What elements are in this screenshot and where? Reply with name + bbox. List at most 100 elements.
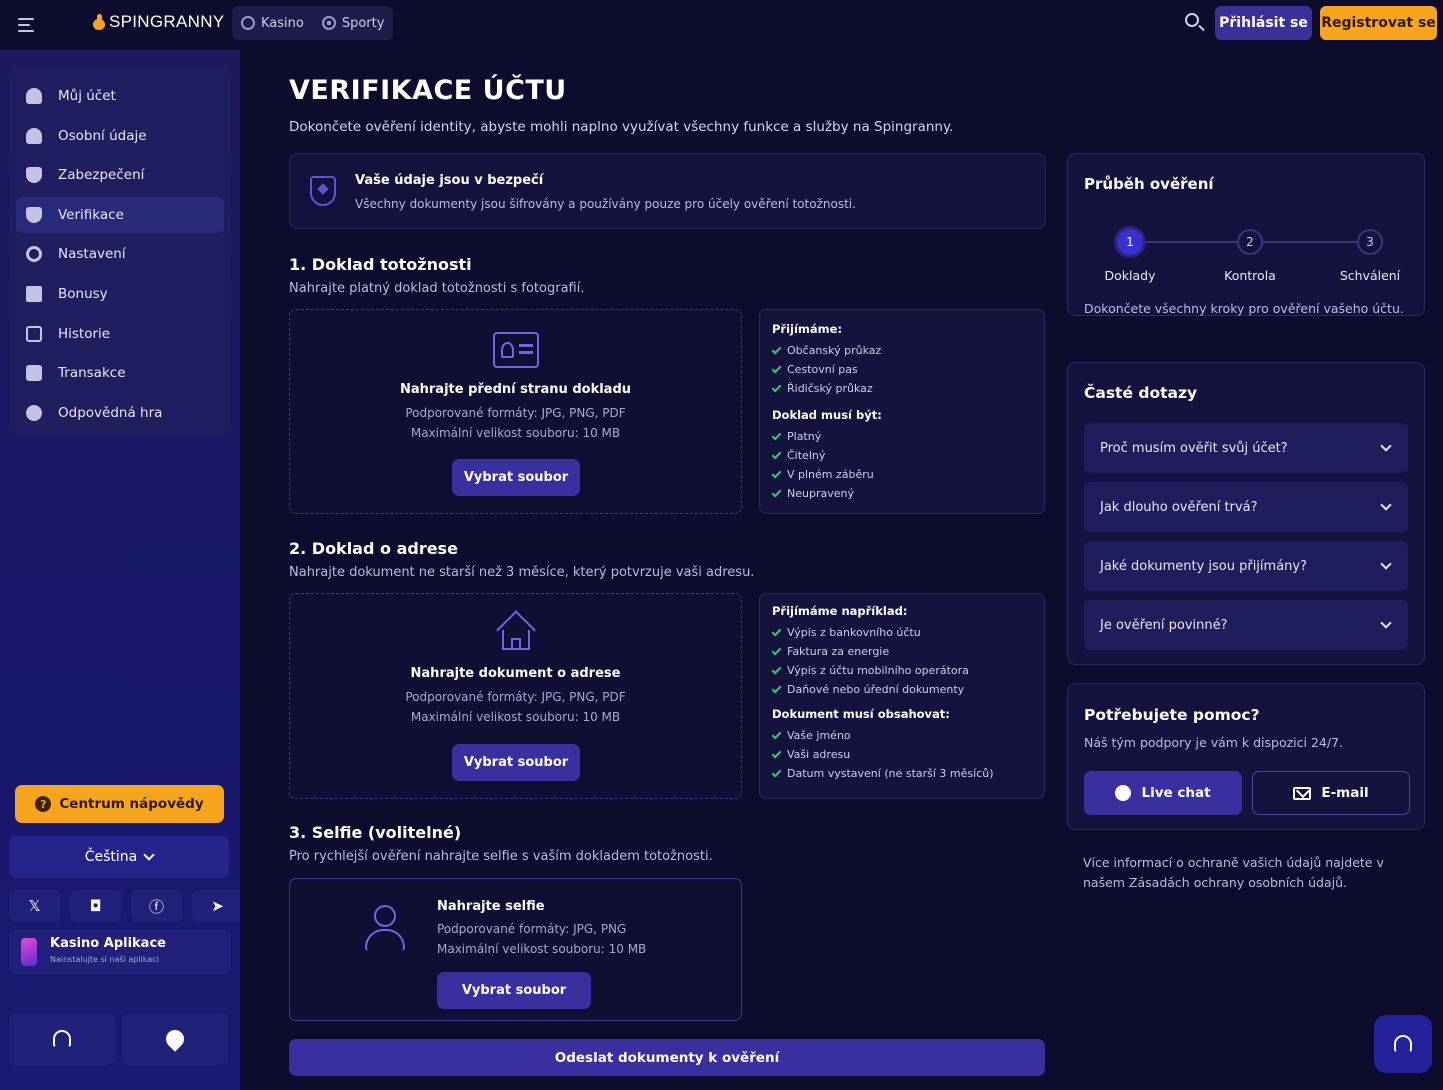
upload-formats: Podporované formáty: JPG, PNG [437, 922, 627, 936]
check-icon [771, 344, 782, 354]
upload-formats: Podporované formáty: JPG, PNG, PDF [405, 690, 626, 704]
sidebar-item-muj-ucet[interactable]: Můj účet [16, 78, 224, 114]
user-icon [26, 127, 42, 144]
sidebar-item-label: Můj účet [58, 88, 116, 104]
requirement-item: Občanský průkaz [771, 341, 1032, 360]
chevron-down-icon [1380, 617, 1392, 629]
support-chat-button[interactable] [1374, 1015, 1432, 1073]
user-icon [26, 88, 42, 104]
rocket-button[interactable] [122, 1013, 228, 1065]
email-button[interactable]: E-mail [1252, 771, 1410, 815]
sidebar-item-bonusy[interactable]: Bonusy [16, 276, 224, 312]
telegram-icon[interactable]: ➤ [192, 890, 243, 922]
progress-line [1263, 241, 1363, 243]
casino-app-card[interactable]: Kasino Aplikace Nainstalujte si naši apl… [9, 930, 231, 974]
faq-item[interactable]: Jaké dokumenty jsou přijímány? [1084, 541, 1408, 591]
requirements-heading: Doklad musí být: [772, 408, 882, 422]
sidebar-item-historie[interactable]: Historie [16, 316, 224, 352]
id-upload-zone[interactable]: Nahrajte přední stranu dokladu Podporova… [289, 309, 742, 514]
help-title: Potřebujete pomoc? [1084, 706, 1260, 724]
section-description: Nahrajte dokument ne starší než 3 měsíce… [289, 565, 755, 580]
verify-shield-icon [26, 206, 42, 223]
submit-documents-button[interactable]: Odeslat dokumenty k ověření [289, 1039, 1045, 1076]
faq-title: Časté dotazy [1084, 384, 1198, 402]
sidebar-item-label: Verifikace [58, 206, 124, 223]
live-chat-button[interactable]: Live chat [1084, 771, 1242, 815]
question-icon: ? [35, 796, 52, 812]
faq-item[interactable]: Proč musím ověřit svůj účet? [1084, 423, 1408, 473]
faq-item[interactable]: Jak dlouho ověření trvá? [1084, 482, 1408, 532]
facebook-icon[interactable]: ⓕ [131, 890, 182, 922]
requirements-heading: Dokument musí obsahovat: [772, 707, 950, 721]
requirement-item: Řidičský průkaz [771, 379, 1032, 398]
sidebar-item-label: Historie [58, 325, 111, 342]
nav-sporty[interactable]: Sporty [321, 15, 385, 31]
sidebar-item-transakce[interactable]: Transakce [16, 355, 224, 391]
requirement-item: Vaši adresu [771, 745, 1032, 764]
logo[interactable]: SPINGRANNY [92, 12, 224, 32]
privacy-note: Více informací o ochraně vašich údajů na… [1083, 855, 1384, 890]
support-button[interactable] [9, 1013, 115, 1065]
user-outline-icon [365, 905, 405, 951]
chip-icon [241, 16, 255, 30]
choose-file-button[interactable]: Vybrat soubor [437, 972, 591, 1009]
search-icon[interactable] [1184, 12, 1206, 34]
address-upload-zone[interactable]: Nahrajte dokument o adrese Podporované f… [289, 593, 742, 799]
selfie-upload-zone[interactable]: Nahrajte selfie Podporované formáty: JPG… [289, 878, 742, 1021]
sidebar-item-osobni-udaje[interactable]: Osobní údaje [16, 118, 224, 154]
requirements-heading: Přijímáme: [772, 322, 843, 336]
requirement-item: Faktura za energie [771, 642, 1032, 661]
check-icon [771, 645, 782, 655]
ball-icon [321, 16, 336, 30]
nav-kasino[interactable]: Kasino [241, 16, 304, 31]
chevron-down-icon [1380, 499, 1392, 511]
sidebar: Můj účet Osobní údaje Zabezpečení Verifi… [0, 50, 243, 1090]
sidebar-item-odpovedna-hra[interactable]: Odpovědná hra [16, 395, 224, 431]
sidebar-item-label: Nastavení [58, 246, 126, 263]
language-label: Čeština [84, 849, 138, 865]
language-selector[interactable]: Čeština [9, 836, 229, 878]
faq-question: Jaké dokumenty jsou přijímány? [1100, 558, 1307, 574]
headset-icon [1394, 1035, 1412, 1053]
check-icon [771, 468, 782, 478]
upload-max-size: Maximální velikost souboru: 10 MB [410, 710, 621, 724]
login-button[interactable]: Přihlásit se [1215, 6, 1312, 40]
check-icon [771, 767, 782, 777]
step-2-indicator: 2 [1237, 229, 1263, 255]
shield-icon [26, 167, 42, 184]
security-text: Všechny dokumenty jsou šifrovány a použí… [355, 197, 856, 211]
nav-sporty-label: Sporty [341, 15, 385, 31]
sidebar-item-label: Transakce [58, 365, 126, 382]
sidebar-item-label: Osobní údaje [58, 127, 147, 144]
sidebar-item-zabezpeceni[interactable]: Zabezpečení [16, 157, 224, 193]
x-icon[interactable]: 𝕏 [9, 890, 60, 922]
register-button[interactable]: Registrovat se [1320, 6, 1437, 40]
chevron-down-icon [1380, 558, 1392, 570]
faq-question: Je ověření povinné? [1100, 617, 1228, 633]
requirement-item: Datum vystavení (ne starší 3 měsíců) [771, 764, 1032, 783]
faq-question: Proč musím ověřit svůj účet? [1100, 440, 1288, 456]
upload-title: Nahrajte dokument o adrese [410, 666, 621, 681]
hamburger-menu-icon[interactable] [18, 14, 42, 36]
id-card-icon [493, 332, 539, 368]
home-icon [496, 610, 536, 650]
requirement-item: Vaše jméno [771, 726, 1032, 745]
chevron-down-icon [1380, 440, 1392, 452]
sidebar-item-nastaveni[interactable]: Nastavení [16, 236, 224, 272]
faq-question: Jak dlouho ověření trvá? [1100, 499, 1258, 515]
choose-file-button[interactable]: Vybrat soubor [452, 744, 580, 781]
check-icon [771, 487, 782, 497]
requirements-heading: Přijímáme například: [772, 604, 908, 618]
shield-icon [310, 176, 336, 206]
faq-item[interactable]: Je ověření povinné? [1084, 600, 1408, 650]
verification-progress: Průběh ověření 1 2 3 Doklady Kontrola Sc… [1067, 153, 1425, 316]
choose-file-button[interactable]: Vybrat soubor [452, 459, 580, 496]
check-icon [771, 430, 782, 440]
upload-formats: Podporované formáty: JPG, PNG, PDF [405, 406, 626, 420]
rocket-icon [162, 1026, 188, 1052]
sidebar-item-verifikace[interactable]: Verifikace [16, 196, 224, 233]
instagram-icon[interactable]: ◘ [70, 890, 121, 922]
app-title: Kasino Aplikace [50, 936, 166, 951]
help-center-button[interactable]: ? Centrum nápovědy [15, 785, 224, 823]
sidebar-item-label: Zabezpečení [58, 167, 145, 184]
